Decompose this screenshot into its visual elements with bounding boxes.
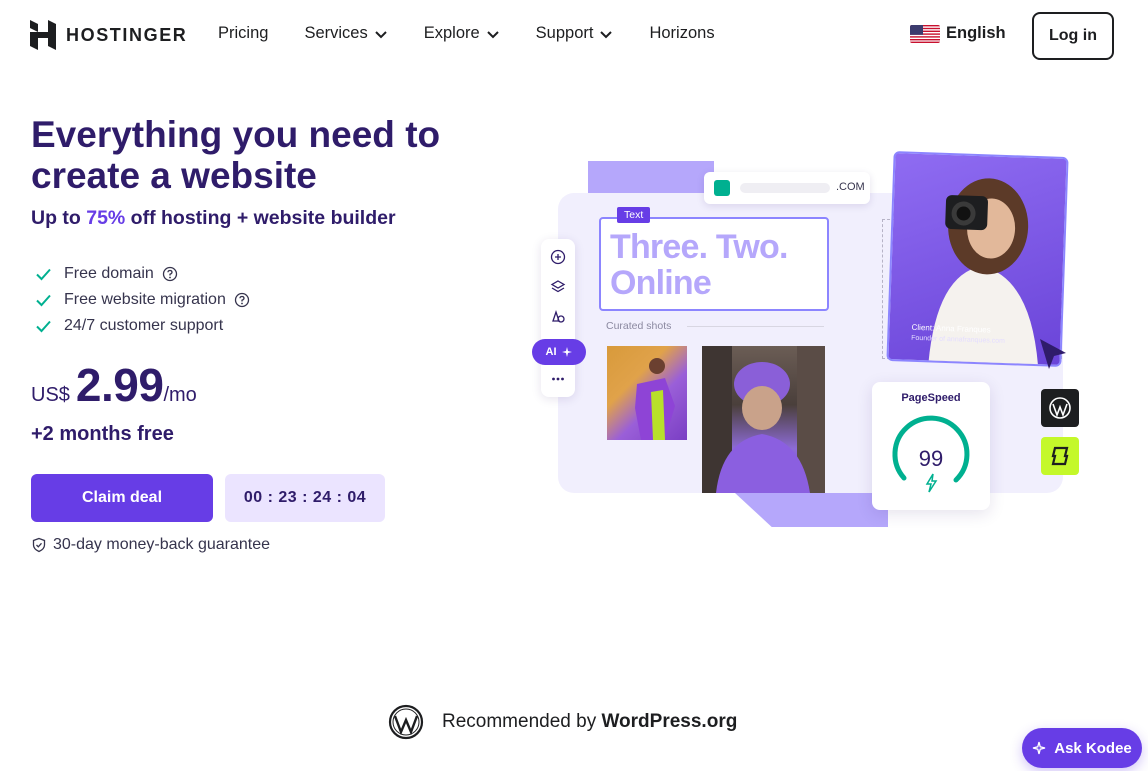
- nav-explore[interactable]: Explore: [424, 24, 500, 43]
- assistant-label: Ask Kodee: [1054, 739, 1132, 757]
- check-icon: [36, 294, 51, 307]
- builder-logo-icon: [1051, 446, 1069, 466]
- chevron-down-icon: [375, 30, 387, 38]
- recommended-brand: WordPress.org: [601, 711, 738, 732]
- text-tag: Text: [617, 207, 651, 223]
- price-amount: 2.99: [75, 359, 164, 411]
- wordpress-icon: [388, 704, 424, 740]
- headline-text: Three. Two. Online: [610, 228, 788, 302]
- wordpress-icon: [1049, 397, 1071, 419]
- hostinger-logo-icon: [30, 20, 56, 50]
- ai-label: AI: [545, 346, 557, 358]
- nav-label: Horizons: [649, 24, 715, 42]
- cursor-arrow-icon: [1040, 339, 1066, 369]
- main-nav: Pricing Services Explore Support Horizon…: [218, 24, 751, 43]
- discount-highlight: 75%: [86, 207, 126, 229]
- help-circle-icon[interactable]: [234, 292, 250, 308]
- recommended-text: Recommended by WordPress.org: [442, 711, 737, 733]
- pagespeed-card: PageSpeed 99: [872, 382, 990, 510]
- pagespeed-label: PageSpeed: [901, 392, 961, 404]
- lock-icon: [714, 180, 730, 196]
- bolt-icon: [925, 473, 938, 493]
- ask-kodee-button[interactable]: Ask Kodee: [1022, 728, 1142, 768]
- nav-support[interactable]: Support: [536, 24, 614, 43]
- hostinger-logo[interactable]: HOSTINGER: [30, 20, 187, 50]
- headline-text-box: Three. Two. Online: [599, 217, 829, 311]
- us-flag-icon: [910, 24, 940, 43]
- feature-text: Free website migration: [64, 291, 226, 308]
- site-header: HOSTINGER Pricing Services Explore Suppo…: [0, 0, 1148, 72]
- feature-list: Free domain Free website migration 24/7 …: [34, 261, 250, 339]
- more-icon: [552, 377, 564, 381]
- feature-text: 24/7 customer support: [64, 317, 224, 334]
- price: US$ 2.99 /mo: [31, 358, 197, 412]
- feature-item: Free website migration: [34, 287, 250, 313]
- shapes-icon: [552, 309, 565, 323]
- chevron-down-icon: [600, 30, 613, 38]
- language-selector[interactable]: English: [910, 24, 1006, 43]
- nav-label: Support: [535, 24, 594, 42]
- curated-label: Curated shots: [606, 320, 672, 332]
- hero-title: Everything you need to create a website: [31, 114, 441, 196]
- ai-button: AI: [532, 339, 586, 365]
- money-back-guarantee: 30-day money-back guarantee: [31, 536, 270, 554]
- nav-label: Pricing: [218, 24, 269, 42]
- layers-icon: [550, 280, 566, 293]
- builder-app-tile: [1041, 437, 1079, 475]
- language-label: English: [946, 24, 1006, 42]
- divider: [687, 326, 824, 327]
- login-button[interactable]: Log in: [1032, 12, 1114, 60]
- check-icon: [36, 268, 51, 281]
- pagespeed-score: 99: [918, 446, 944, 471]
- builder-toolbar: [541, 239, 575, 397]
- feature-text: Free domain: [64, 265, 154, 282]
- nav-label: Services: [304, 24, 368, 42]
- sparkle-icon: [1033, 741, 1046, 755]
- countdown-timer: 00 : 23 : 24 : 04: [225, 474, 385, 522]
- sparkle-icon: [561, 347, 572, 357]
- guarantee-text: 30-day money-back guarantee: [53, 536, 271, 553]
- bonus-text: +2 months free: [31, 423, 174, 445]
- recommended-by: Recommended by WordPress.org: [388, 704, 737, 740]
- price-period: /mo: [163, 384, 197, 406]
- wordpress-tile: [1041, 389, 1079, 427]
- plus-circle-icon: [550, 249, 566, 265]
- domain-tld: .COM: [836, 181, 865, 193]
- photo-figure: [702, 346, 825, 493]
- chevron-down-icon: [486, 30, 499, 38]
- price-currency: US$: [31, 384, 70, 406]
- check-icon: [36, 320, 51, 333]
- fashion-photo: [702, 346, 825, 493]
- feature-item: Free domain: [34, 261, 250, 287]
- brand-name: HOSTINGER: [66, 24, 188, 45]
- nav-label: Explore: [423, 24, 480, 42]
- claim-deal-button[interactable]: Claim deal: [31, 474, 213, 522]
- help-circle-icon[interactable]: [162, 266, 178, 282]
- recommended-prefix: Recommended by: [442, 711, 602, 732]
- domain-placeholder: [740, 183, 830, 193]
- feature-item: 24/7 customer support: [34, 313, 250, 339]
- subtitle-prefix: Up to: [31, 207, 87, 229]
- shield-check-icon: [32, 537, 46, 553]
- client-photo-card: Client: Anna Franques Founder of annafra…: [886, 151, 1069, 367]
- nav-horizons[interactable]: Horizons: [649, 24, 714, 43]
- decor-shape: [588, 161, 714, 193]
- nav-pricing[interactable]: Pricing: [218, 24, 268, 43]
- domain-bar: .COM: [704, 172, 870, 204]
- photo-figure: [635, 358, 675, 440]
- fashion-photo: [607, 346, 687, 440]
- nav-services[interactable]: Services: [304, 24, 387, 43]
- decor-shape: [735, 493, 888, 527]
- subtitle-suffix: off hosting + website builder: [125, 207, 396, 229]
- hero-subtitle: Up to 75% off hosting + website builder: [31, 207, 396, 230]
